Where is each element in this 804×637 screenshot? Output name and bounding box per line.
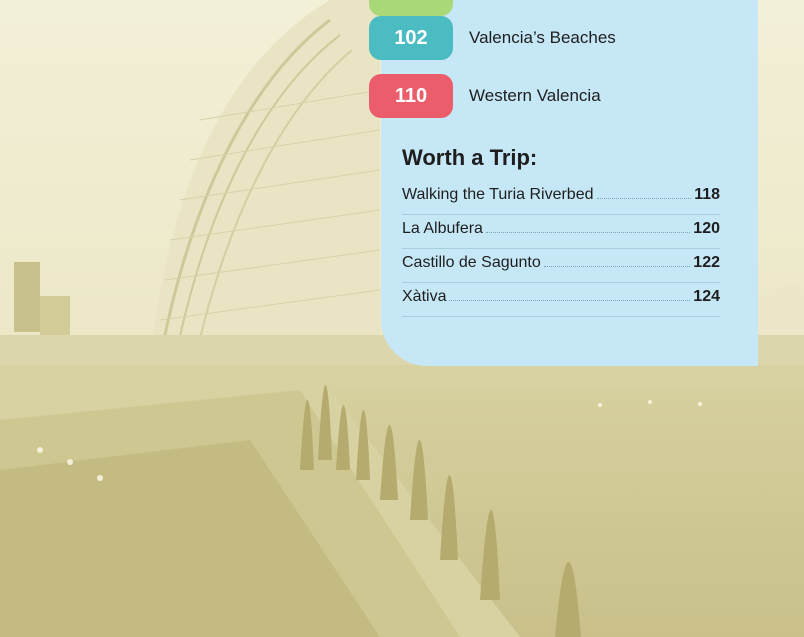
dot-leader [596, 197, 692, 199]
chapter-row-western-valencia[interactable]: 110 Western Valencia [369, 74, 789, 118]
entry-page: 118 [694, 186, 720, 203]
worth-a-trip-heading: Worth a Trip: [402, 145, 538, 170]
entry-name: Walking the Turia Riverbed [402, 186, 594, 203]
dot-leader [543, 265, 691, 267]
chapter-page-badge: 102 [369, 16, 453, 60]
worth-a-trip-list: Walking the Turia Riverbed 118 La Albufe… [402, 181, 720, 317]
list-item[interactable]: Castillo de Sagunto 122 [402, 249, 720, 283]
list-item[interactable]: Xàtiva 124 [402, 283, 720, 317]
chapter-page-badge: 110 [369, 74, 453, 118]
dot-leader [449, 299, 691, 301]
list-item[interactable]: La Albufera 120 [402, 215, 720, 249]
dot-leader [485, 231, 691, 233]
entry-name: Xàtiva [402, 288, 447, 305]
entry-page: 122 [693, 254, 720, 271]
chapter-row[interactable] [369, 0, 789, 16]
entry-page: 120 [693, 220, 720, 237]
chapter-title: Western Valencia [469, 86, 601, 105]
chapter-row-valencias-beaches[interactable]: 102 Valencia’s Beaches [369, 16, 789, 60]
entry-name: Castillo de Sagunto [402, 254, 541, 271]
entry-name: La Albufera [402, 220, 483, 237]
list-item[interactable]: Walking the Turia Riverbed 118 [402, 181, 720, 215]
chapter-page-badge [369, 0, 453, 16]
entry-page: 124 [693, 288, 720, 305]
chapter-title: Valencia’s Beaches [469, 28, 616, 47]
